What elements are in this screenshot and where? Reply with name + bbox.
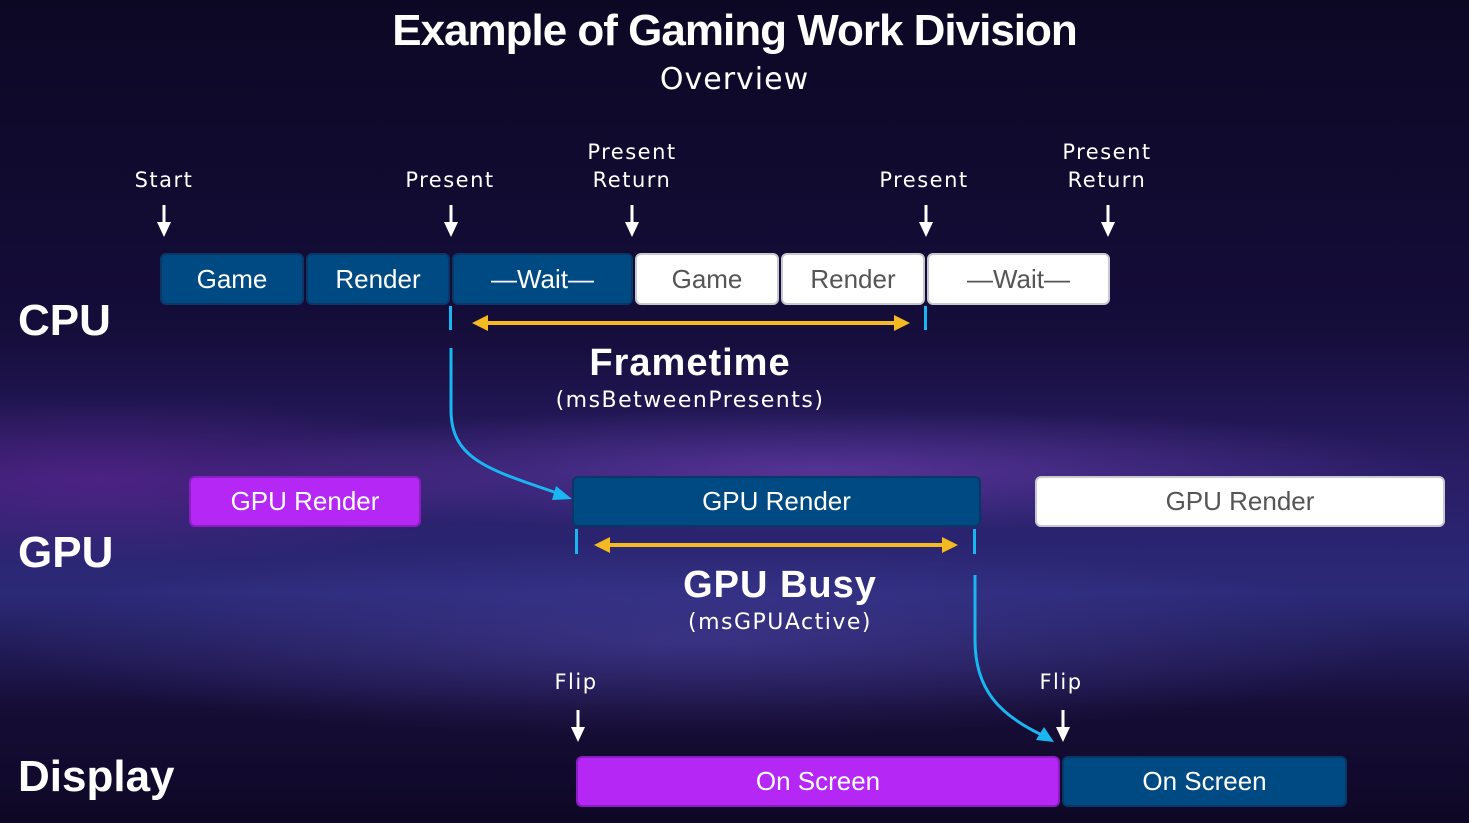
down-arrow-icon <box>1101 205 1115 237</box>
diagram-overlay <box>157 205 1115 742</box>
gpu-busy-span-arrow-icon <box>594 537 958 553</box>
down-arrow-icon <box>919 205 933 237</box>
present-to-gpu-connector-icon <box>449 348 572 500</box>
down-arrow-icon <box>157 205 171 237</box>
frametime-span-arrow-icon <box>472 315 910 331</box>
down-arrow-icon <box>444 205 458 237</box>
down-arrow-icon <box>571 710 585 742</box>
down-arrow-icon <box>1056 710 1070 742</box>
down-arrow-icon <box>625 205 639 237</box>
gpu-to-flip-connector-icon <box>973 575 1054 742</box>
